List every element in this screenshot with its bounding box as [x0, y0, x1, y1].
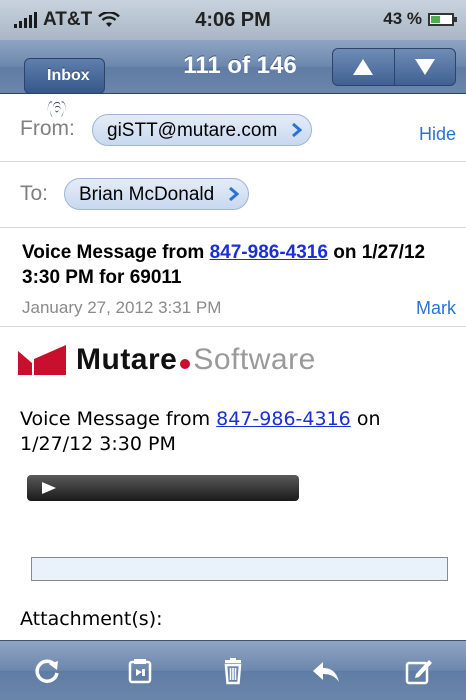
attachments-label: Attachment(s): — [20, 608, 163, 630]
status-bar: AT&T 4:06 PM 43 % — [0, 0, 466, 40]
mutare-logo-mark — [18, 345, 66, 375]
body-prefix: Voice Message from — [20, 408, 217, 430]
status-right: 43 % — [383, 9, 457, 29]
refresh-button[interactable] — [27, 651, 67, 691]
bottom-toolbar — [0, 640, 466, 700]
message-body-text: Voice Message from 847-986-4316 on 1/27/… — [20, 407, 450, 457]
subject-prefix: Voice Message from — [22, 242, 210, 263]
to-row: To: Brian McDonald — [0, 162, 466, 228]
recipient-name: Brian McDonald — [79, 184, 215, 205]
body-phone-link[interactable]: 847-986-4316 — [216, 408, 351, 430]
sender-pill[interactable]: giSTT@mutare.com — [92, 114, 313, 146]
message-date: January 27, 2012 3:31 PM — [22, 298, 222, 317]
move-to-folder-icon — [128, 658, 152, 683]
mutare-software-logo: Mutare Software — [18, 340, 316, 380]
previous-message-button[interactable] — [333, 49, 394, 85]
logo-text-bold: Mutare — [76, 343, 178, 376]
next-message-button[interactable] — [393, 49, 456, 85]
battery-icon — [428, 12, 457, 26]
delete-button[interactable] — [213, 651, 253, 691]
inbox-back-button[interactable]: Inbox (6) — [24, 58, 105, 118]
reply-icon — [313, 661, 340, 682]
refresh-icon — [35, 659, 59, 683]
logo-text-light: Software — [193, 343, 316, 376]
logo-dot — [180, 359, 191, 369]
header-divider — [0, 326, 466, 327]
hide-details-link[interactable]: Hide — [419, 124, 456, 145]
up-arrow-icon — [353, 59, 374, 75]
reply-button[interactable] — [306, 651, 346, 691]
subject-phone-link[interactable]: 847-986-4316 — [210, 242, 328, 263]
battery-fill — [431, 15, 440, 23]
transcription-box — [31, 557, 448, 581]
audio-player[interactable] — [27, 475, 299, 501]
to-label: To: — [20, 182, 49, 205]
sender-address: giSTT@mutare.com — [107, 120, 278, 141]
mark-link[interactable]: Mark — [416, 298, 456, 319]
move-button[interactable] — [120, 651, 160, 691]
message-navigation — [332, 48, 456, 86]
battery-percent: 43 % — [383, 9, 422, 28]
nav-bar: Inbox (6) 111 of 146 — [0, 40, 466, 118]
chevron-right-icon — [292, 123, 303, 137]
message-subject: Voice Message from 847-986-4316 on 1/27/… — [22, 240, 452, 290]
recipient-pill[interactable]: Brian McDonald — [64, 178, 250, 210]
chevron-right-icon — [229, 187, 240, 201]
compose-button[interactable] — [399, 651, 439, 691]
from-label: From: — [20, 117, 75, 140]
compose-icon — [406, 659, 433, 684]
from-row: From: giSTT@mutare.com — [0, 94, 466, 162]
message-position-title: 111 of 146 — [183, 52, 297, 79]
trash-icon — [224, 657, 242, 684]
down-arrow-icon — [414, 59, 435, 75]
play-icon[interactable] — [41, 481, 57, 495]
